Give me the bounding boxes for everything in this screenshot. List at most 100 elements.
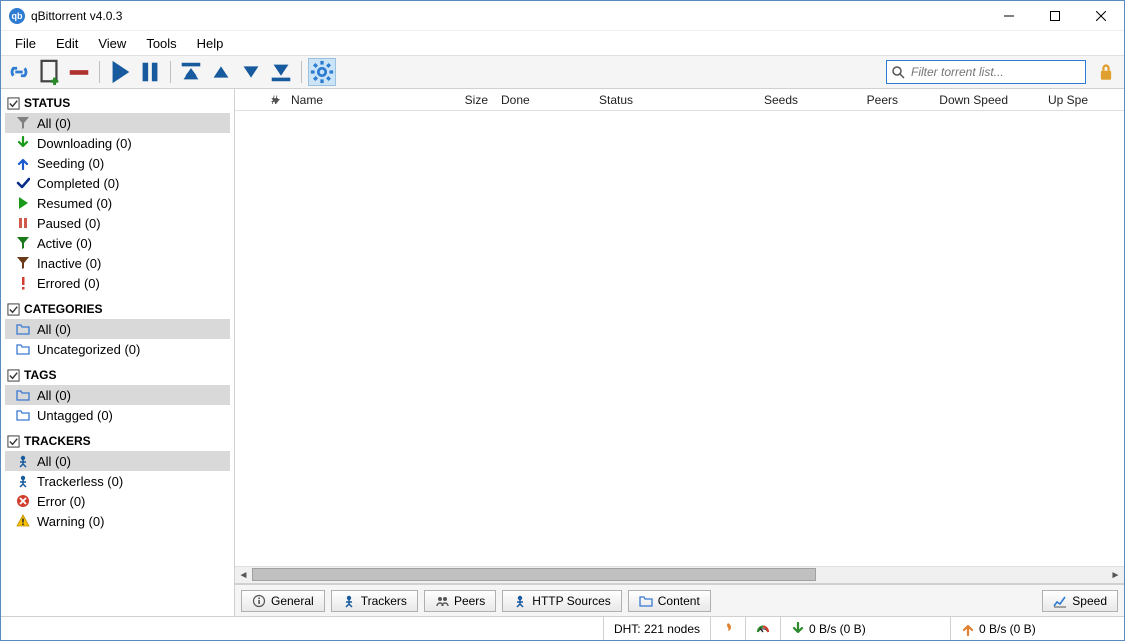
peers-icon (435, 594, 449, 608)
status-bar: DHT: 221 nodes 0 B/s (0 B) 0 B/s (0 B) (1, 616, 1124, 640)
add-file-button[interactable] (35, 58, 63, 86)
col-header-seeds[interactable]: Seeds (743, 93, 805, 107)
sidebar-item-tags-1[interactable]: Untagged (0) (5, 405, 230, 425)
sidebar-item-label: All (0) (37, 388, 71, 403)
sidebar-section-trackers[interactable]: TRACKERS (5, 431, 230, 451)
tab-general[interactable]: General (241, 590, 325, 612)
col-header-down[interactable]: Down Speed (905, 93, 1015, 107)
scroll-left-icon[interactable]: ◄ (235, 567, 252, 584)
sidebar-item-trackers-3[interactable]: Warning (0) (5, 511, 230, 531)
sidebar-item-label: Warning (0) (37, 514, 104, 529)
tab-label: Peers (454, 594, 485, 608)
sidebar-item-status-2[interactable]: Seeding (0) (5, 153, 230, 173)
lock-button[interactable] (1092, 58, 1120, 86)
sidebar-item-label: Resumed (0) (37, 196, 112, 211)
tracker-icon (15, 453, 31, 469)
maximize-button[interactable] (1032, 1, 1078, 31)
sidebar-item-label: Active (0) (37, 236, 92, 251)
resume-button[interactable] (106, 58, 134, 86)
col-header-status[interactable]: Status (593, 93, 743, 107)
sidebar-item-label: Inactive (0) (37, 256, 101, 271)
remove-button[interactable] (65, 58, 93, 86)
gauge-icon (756, 622, 770, 636)
sidebar-section-tags[interactable]: TAGS (5, 365, 230, 385)
sidebar-item-status-3[interactable]: Completed (0) (5, 173, 230, 193)
col-header-size[interactable]: Size (435, 93, 495, 107)
col-header-done[interactable]: Done (495, 93, 593, 107)
check-navy-icon (15, 175, 31, 191)
menu-file[interactable]: File (5, 33, 46, 54)
sidebar-section-categories[interactable]: CATEGORIES (5, 299, 230, 319)
tab-peers[interactable]: Peers (424, 590, 496, 612)
col-header-up[interactable]: Up Spe (1015, 93, 1095, 107)
sidebar-item-trackers-1[interactable]: Trackerless (0) (5, 471, 230, 491)
status-flame[interactable] (710, 617, 745, 640)
sidebar-item-status-5[interactable]: Paused (0) (5, 213, 230, 233)
settings-button[interactable] (308, 58, 336, 86)
move-down-button[interactable] (237, 58, 265, 86)
sidebar-item-status-8[interactable]: Errored (0) (5, 273, 230, 293)
sidebar-item-label: Errored (0) (37, 276, 100, 291)
tab-speed[interactable]: Speed (1042, 590, 1118, 612)
content-area: #NameSizeDoneStatusSeedsPeersDown SpeedU… (235, 89, 1124, 616)
tab-label: Content (658, 594, 700, 608)
menu-edit[interactable]: Edit (46, 33, 88, 54)
sidebar-item-status-0[interactable]: All (0) (5, 113, 230, 133)
sort-icon (272, 99, 280, 104)
status-gauge[interactable] (745, 617, 780, 640)
tab-content[interactable]: Content (628, 590, 711, 612)
warning-triangle-icon (15, 513, 31, 529)
sidebar-section-status[interactable]: STATUS (5, 93, 230, 113)
status-down[interactable]: 0 B/s (0 B) (780, 617, 950, 640)
tab-label: Speed (1072, 594, 1107, 608)
tracker-icon (15, 473, 31, 489)
sidebar-item-label: All (0) (37, 454, 71, 469)
pause-red-icon (15, 215, 31, 231)
close-button[interactable] (1078, 1, 1124, 31)
move-up-button[interactable] (207, 58, 235, 86)
tab-trackers[interactable]: Trackers (331, 590, 418, 612)
move-bottom-button[interactable] (267, 58, 295, 86)
checkbox-icon (7, 303, 20, 316)
titlebar: qb qBittorrent v4.0.3 (1, 1, 1124, 31)
col-header-name[interactable]: Name (285, 93, 435, 107)
sidebar-item-status-4[interactable]: Resumed (0) (5, 193, 230, 213)
sidebar-item-trackers-0[interactable]: All (0) (5, 451, 230, 471)
funnel-green-icon (15, 235, 31, 251)
filter-input[interactable] (909, 62, 1081, 82)
col-header-peers[interactable]: Peers (805, 93, 905, 107)
sidebar-item-label: Paused (0) (37, 216, 101, 231)
sidebar-item-label: Downloading (0) (37, 136, 132, 151)
tab-http sources[interactable]: HTTP Sources (502, 590, 621, 612)
horizontal-scrollbar[interactable]: ◄ ► (235, 566, 1124, 583)
col-header-num[interactable]: # (235, 93, 285, 107)
arrow-down-green-icon (15, 135, 31, 151)
sidebar-item-label: All (0) (37, 322, 71, 337)
filter-box[interactable] (886, 60, 1086, 84)
sidebar-item-status-6[interactable]: Active (0) (5, 233, 230, 253)
sidebar-item-trackers-2[interactable]: Error (0) (5, 491, 230, 511)
sidebar-item-label: Error (0) (37, 494, 85, 509)
info-icon (252, 594, 266, 608)
sidebar-item-label: Trackerless (0) (37, 474, 123, 489)
menu-help[interactable]: Help (187, 33, 234, 54)
add-link-button[interactable] (5, 58, 33, 86)
scroll-right-icon[interactable]: ► (1107, 567, 1124, 584)
scroll-thumb[interactable] (252, 568, 816, 581)
move-top-button[interactable] (177, 58, 205, 86)
chart-icon (1053, 594, 1067, 608)
menu-tools[interactable]: Tools (136, 33, 186, 54)
menu-view[interactable]: View (88, 33, 136, 54)
minimize-button[interactable] (986, 1, 1032, 31)
folder-icon (15, 341, 31, 357)
sidebar-item-categories-0[interactable]: All (0) (5, 319, 230, 339)
sidebar-item-status-1[interactable]: Downloading (0) (5, 133, 230, 153)
sidebar-item-categories-1[interactable]: Uncategorized (0) (5, 339, 230, 359)
pause-button[interactable] (136, 58, 164, 86)
sidebar-item-tags-0[interactable]: All (0) (5, 385, 230, 405)
toolbar (1, 55, 1124, 89)
arrow-up-blue-icon (15, 155, 31, 171)
sidebar-item-status-7[interactable]: Inactive (0) (5, 253, 230, 273)
status-dht[interactable]: DHT: 221 nodes (603, 617, 710, 640)
status-up[interactable]: 0 B/s (0 B) (950, 617, 1120, 640)
